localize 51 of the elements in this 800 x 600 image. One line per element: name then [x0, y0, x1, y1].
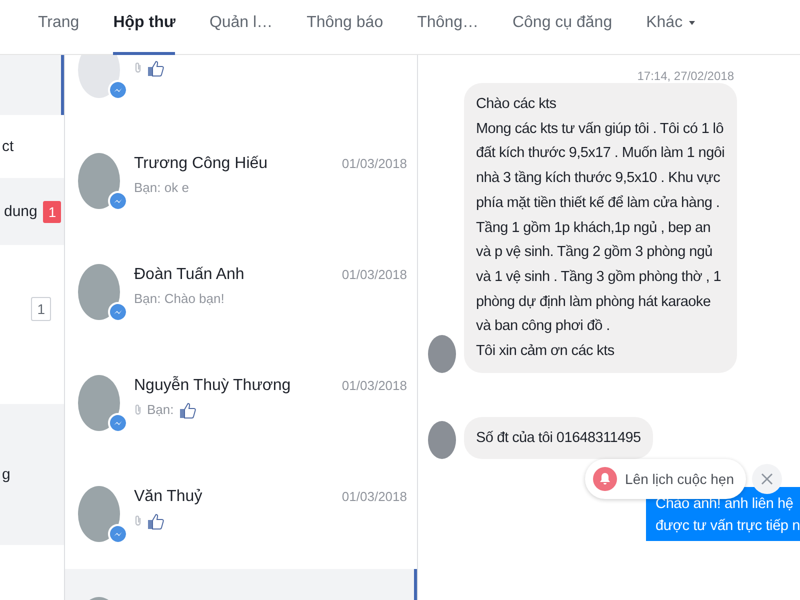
message-date: 01/03/2018 — [342, 378, 407, 392]
bell-icon — [593, 467, 618, 492]
messenger-icon — [108, 524, 128, 544]
sidebar-label: ct — [2, 138, 14, 155]
count-badge: 1 — [31, 297, 51, 321]
contact-name: Trương Công Hiếu — [134, 154, 268, 172]
message-preview: Bạn: ok e — [134, 180, 189, 195]
avatar-placeholder — [428, 334, 456, 373]
sidebar-item[interactable]: 1 — [0, 245, 64, 404]
messenger-icon — [108, 190, 128, 210]
thumbs-up-icon — [147, 512, 165, 530]
messenger-icon — [108, 412, 128, 432]
sidebar-label: g — [2, 466, 10, 483]
conversation-item[interactable]: Nguyễn Thuỳ Thương 01/03/2018 Bạn: — [65, 347, 417, 458]
messenger-icon — [108, 302, 128, 322]
message-date: 01/03/2018 — [342, 266, 407, 282]
sidebar-label: dung — [4, 203, 38, 220]
contact-name: Văn Thuỷ — [134, 488, 202, 506]
thumbs-up-icon — [147, 58, 165, 76]
sidebar-item[interactable] — [0, 55, 64, 115]
nav-tab[interactable]: Công cụ đăng — [512, 0, 612, 54]
contact-name: Đoàn Tuấn Anh — [134, 266, 244, 284]
conversation-item[interactable]: Văn Thuỷ 01/03/2018 — [65, 458, 417, 569]
thumbs-up-icon — [178, 400, 197, 418]
close-icon — [761, 473, 773, 486]
close-button[interactable] — [752, 464, 782, 494]
message-timestamp: 17:14, 27/02/2018 — [637, 69, 734, 83]
nav-tab[interactable]: Trang — [38, 0, 80, 54]
contact-name: Nguyễn Thuỳ Thương — [134, 376, 291, 394]
sidebar-item[interactable]: g — [0, 404, 64, 545]
message-bubble: Số đt của tôi 01648311495 — [464, 416, 653, 460]
message-date: 01/03/2018 — [342, 156, 407, 170]
nav-tab[interactable]: Khác — [646, 0, 695, 54]
nav-tab[interactable]: Hộp thư — [113, 0, 176, 54]
messenger-icon — [108, 80, 128, 100]
avatar-placeholder — [428, 421, 456, 460]
count-badge: 1 — [43, 200, 62, 222]
message-preview: Bạn: Chào bạn! — [134, 291, 224, 306]
nav-tab[interactable]: Thông báo — [306, 0, 384, 54]
paperclip-icon — [134, 62, 142, 73]
sidebar-item[interactable]: dung 1 — [0, 178, 64, 245]
message-bubble: Chào các kts Mong các kts tư vấn giúp tôi . Tôi có 1 lô đất kích thước 9,5x17 . Muốn làm 1 ngôi nhà 3 tầng kích thước 9,5x10 . Khu vực phía mặt tiền thiết kế để làm cửa hàng . Tầng 1 gồm 1p khách,1p ngủ , bep an và p vệ sinh. Tầng 2 gồm 3 phòng ngủ và 1 vệ sinh . Tầng 3 gồm phòng thờ , 1 phòng dự định làm phòng hát karaoke và ban công phơi đồ . Tôi xin cảm ơn các kts — [464, 83, 737, 373]
conversation-item[interactable]: Trương Công Hiếu 01/03/2018 Bạn: ok e — [65, 125, 417, 236]
conversation-item[interactable]: Đoàn Tuấn Anh 01/03/2018 Bạn: Chào bạn! — [65, 236, 417, 347]
schedule-appointment-button[interactable]: Lên lịch cuộc hẹn — [585, 459, 746, 500]
message-date: 01/03/2018 — [342, 488, 407, 504]
message-preview: Bạn: — [147, 402, 174, 417]
nav-tab[interactable]: Thông… — [417, 0, 478, 54]
nav-tab[interactable]: Quản l… — [209, 0, 273, 54]
paperclip-icon — [134, 515, 142, 526]
paperclip-icon — [134, 404, 142, 415]
